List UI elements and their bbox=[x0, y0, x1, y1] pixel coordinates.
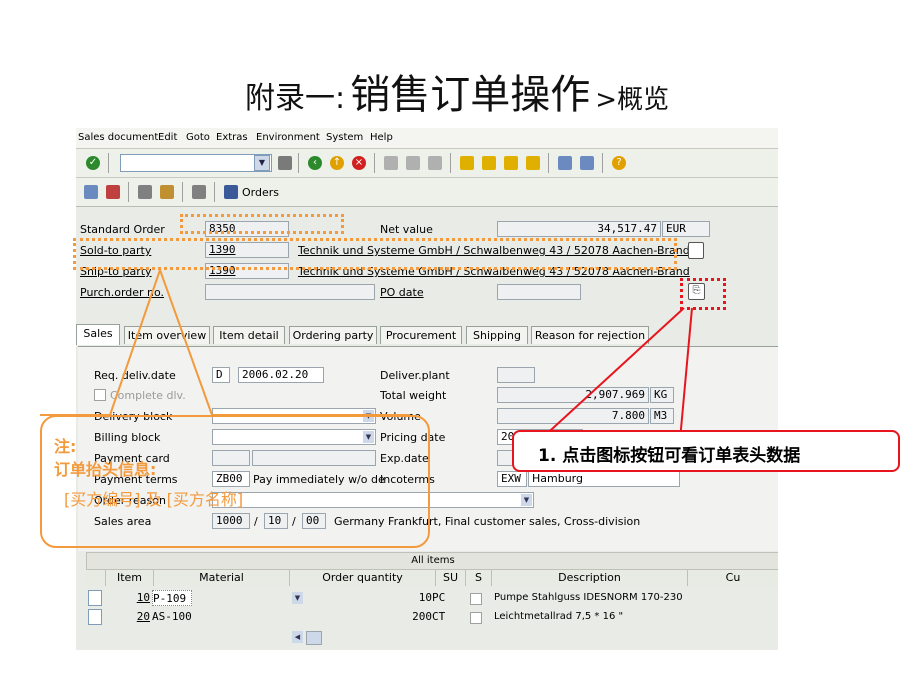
callout-text: 1. 点击图标按钮可看订单表头数据 bbox=[538, 446, 801, 466]
callout-lines bbox=[40, 269, 693, 441]
note-line-fields: [买方编号] 及 [买方名称] bbox=[64, 490, 244, 509]
note-label: 注: bbox=[54, 437, 77, 456]
note-line-header: 订单抬头信息: bbox=[54, 460, 157, 479]
note-box bbox=[40, 415, 430, 548]
